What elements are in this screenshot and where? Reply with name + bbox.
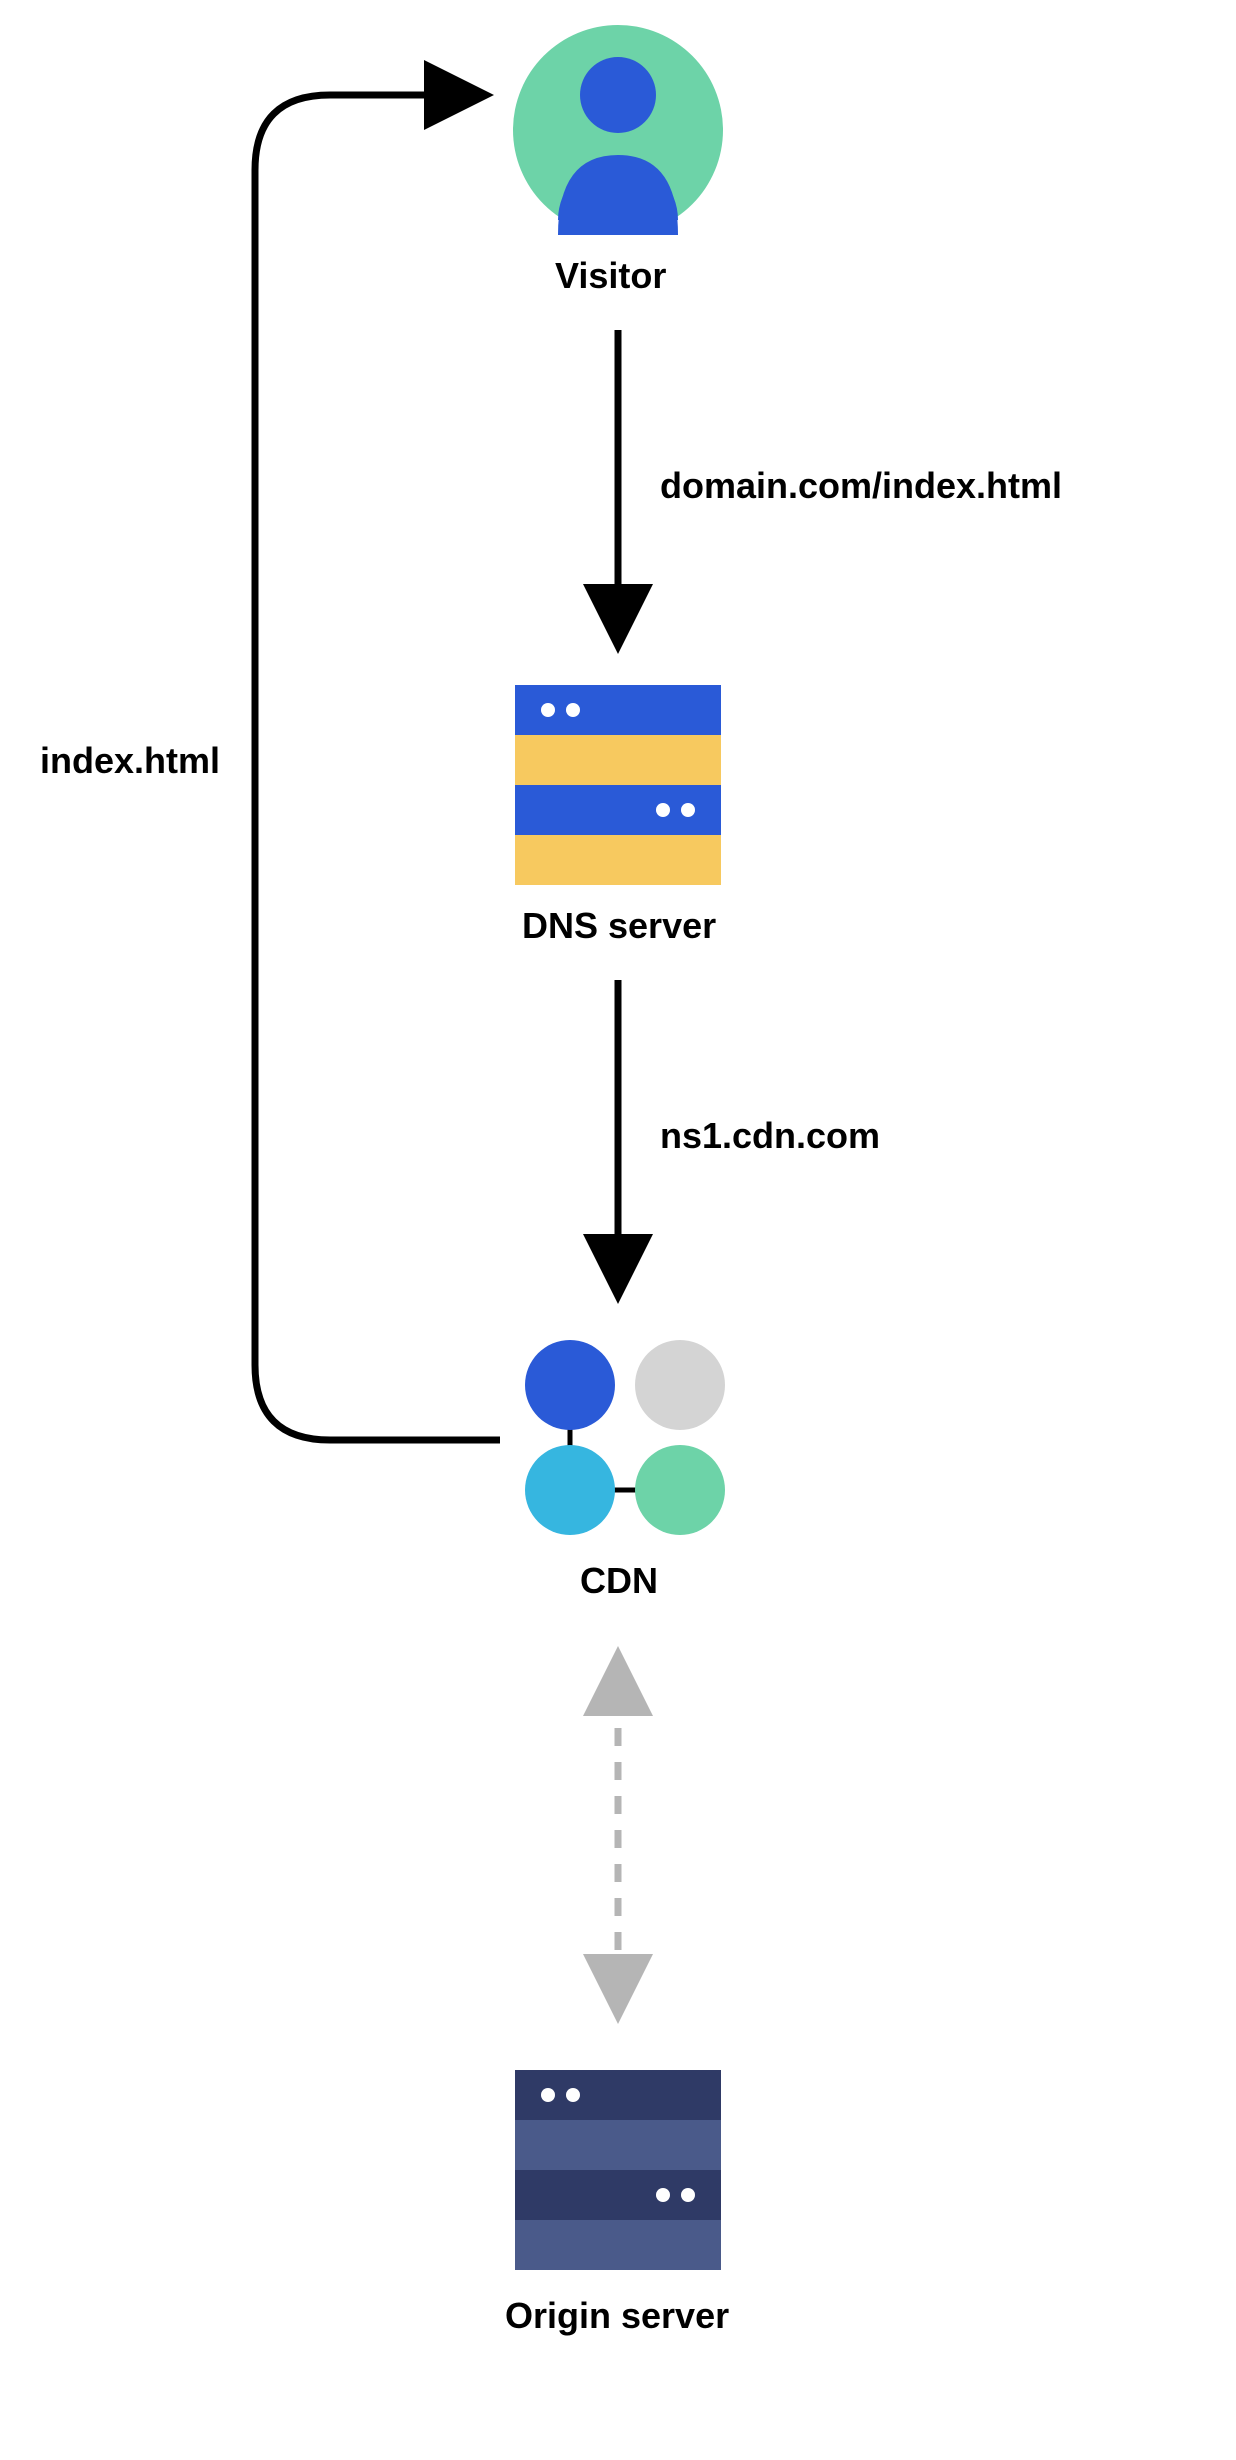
dns-server-icon [515, 685, 721, 885]
arrow-cdn-to-visitor [255, 95, 500, 1440]
origin-server-icon [515, 2070, 721, 2270]
visitor-icon [513, 25, 723, 235]
edge-label-visitor-dns: domain.com/index.html [660, 465, 1062, 507]
cdn-label: CDN [580, 1560, 658, 1602]
edge-label-return: index.html [40, 740, 220, 782]
dns-label: DNS server [522, 905, 716, 947]
edge-label-dns-cdn: ns1.cdn.com [660, 1115, 880, 1157]
cdn-icon [525, 1340, 725, 1535]
origin-label: Origin server [505, 2295, 729, 2337]
visitor-label: Visitor [555, 255, 666, 297]
diagram-canvas [0, 0, 1236, 2460]
